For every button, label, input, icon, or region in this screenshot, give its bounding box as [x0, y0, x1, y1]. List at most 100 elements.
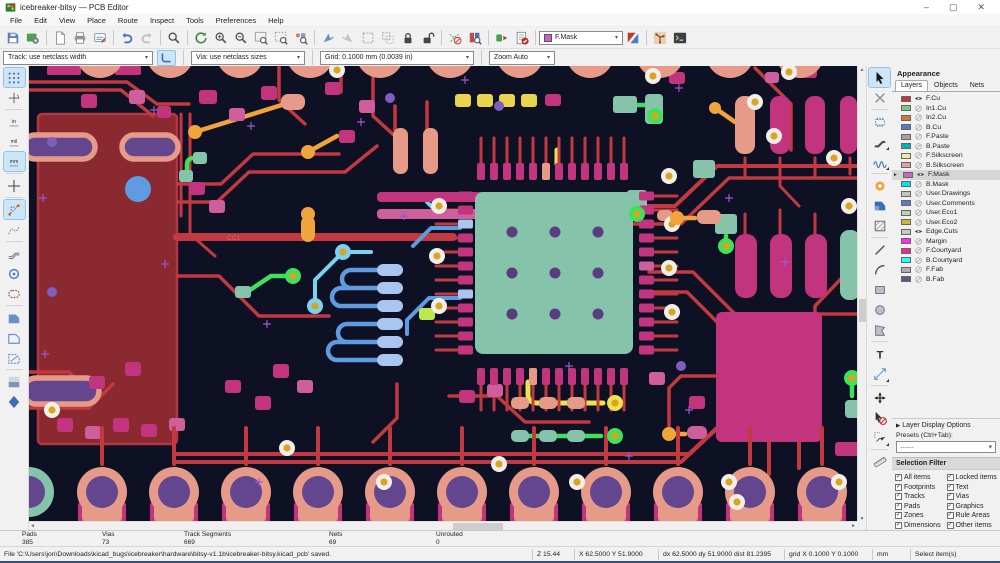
menu-file[interactable]: File	[4, 16, 28, 25]
layer-row-b-silkscreen[interactable]: B.Silkscreen	[892, 161, 1000, 171]
close-button[interactable]: ✕	[977, 2, 985, 12]
layer-color-swatch[interactable]	[901, 209, 911, 216]
run-drc-button[interactable]	[512, 29, 532, 47]
layer-color-swatch[interactable]	[901, 190, 911, 197]
layer-color-swatch[interactable]	[903, 171, 913, 178]
eye-closed-icon[interactable]	[914, 132, 923, 141]
filter-locked-items[interactable]: ✓ Locked items	[946, 473, 999, 483]
eye-open-icon[interactable]	[916, 170, 925, 179]
layer-row-b-paste[interactable]: B.Paste	[892, 142, 1000, 152]
eye-closed-icon[interactable]	[914, 208, 923, 217]
filter-vias[interactable]: ✓ Vias	[946, 492, 999, 502]
draw-circle-tool-button[interactable]	[869, 300, 890, 319]
select-tool-button[interactable]	[868, 67, 891, 88]
filter-pads[interactable]: ✓ Pads	[895, 502, 947, 512]
zoom-in-button[interactable]	[211, 29, 231, 47]
eye-closed-icon[interactable]	[914, 151, 923, 160]
eye-closed-icon[interactable]	[914, 104, 923, 113]
zoom-selection-button[interactable]	[271, 29, 291, 47]
inactive-layer-dim-button[interactable]	[4, 372, 25, 391]
rotate-ccw-button[interactable]	[318, 29, 338, 47]
tab-layers[interactable]: Layers	[895, 80, 929, 91]
checkbox-checked[interactable]: ✓	[946, 512, 954, 520]
layer-row-user-eco2[interactable]: User.Eco2	[892, 218, 1000, 228]
units-mils-button[interactable]: mil	[4, 132, 25, 151]
grid-selector[interactable]: Grid: 0.1000 mm (0.0039 in) ▾	[320, 50, 474, 65]
eye-closed-icon[interactable]	[914, 142, 923, 151]
tune-length-tool-button[interactable]	[869, 152, 890, 171]
eye-open-icon[interactable]	[914, 227, 923, 236]
layer-row-user-comments[interactable]: User.Comments	[892, 199, 1000, 209]
eye-closed-icon[interactable]	[914, 123, 923, 132]
zoom-selector[interactable]: Zoom Auto ▾	[489, 50, 555, 65]
find-button[interactable]	[164, 29, 184, 47]
eye-closed-icon[interactable]	[914, 218, 923, 227]
grid-visibility-button[interactable]	[2, 67, 26, 88]
undo-button[interactable]	[117, 29, 137, 47]
layer-color-swatch[interactable]	[901, 200, 911, 207]
menu-view[interactable]: View	[53, 16, 81, 25]
layer-row-in2-cu[interactable]: In2.Cu	[892, 113, 1000, 123]
eye-closed-icon[interactable]	[914, 113, 923, 122]
active-layer-selector[interactable]: F.Mask ▾	[539, 30, 623, 45]
units-mm-button[interactable]: mm	[2, 151, 26, 172]
checkbox-checked[interactable]: ✓	[946, 474, 954, 482]
redo-button[interactable]	[137, 29, 157, 47]
layer-color-swatch[interactable]	[901, 114, 911, 121]
high-contrast-mode-button[interactable]	[4, 392, 25, 411]
eye-open-icon[interactable]	[914, 94, 923, 103]
layer-row-f-fab[interactable]: F.Fab	[892, 265, 1000, 275]
layer-row-f-courtyard[interactable]: F.Courtyard	[892, 246, 1000, 256]
add-rule-area-tool-button[interactable]	[869, 216, 890, 235]
checkbox-checked[interactable]: ✓	[946, 493, 954, 501]
checkbox-checked[interactable]: ✓	[946, 521, 954, 529]
filter-zones[interactable]: ✓ Zones	[895, 511, 947, 521]
eye-closed-icon[interactable]	[914, 180, 923, 189]
menu-help[interactable]: Help	[262, 16, 289, 25]
zone-fill-mode-button[interactable]	[4, 308, 25, 327]
layer-color-swatch[interactable]	[901, 152, 911, 159]
menu-inspect[interactable]: Inspect	[144, 16, 180, 25]
menu-route[interactable]: Route	[112, 16, 144, 25]
route-tracks-tool-button[interactable]	[869, 132, 890, 151]
filter-graphics[interactable]: ✓ Graphics	[946, 502, 999, 512]
layer-color-swatch[interactable]	[901, 276, 911, 283]
save-button[interactable]	[3, 29, 23, 47]
layer-color-swatch[interactable]	[901, 133, 911, 140]
eye-closed-icon[interactable]	[914, 237, 923, 246]
eye-closed-icon[interactable]	[914, 246, 923, 255]
page-settings-button[interactable]	[50, 29, 70, 47]
presets-selector[interactable]: ------ ▾	[896, 441, 996, 453]
checkbox-checked[interactable]: ✓	[895, 502, 902, 510]
layer-row-b-courtyard[interactable]: B.Courtyard	[892, 256, 1000, 266]
layer-color-swatch[interactable]	[901, 247, 911, 254]
layer-row-user-eco1[interactable]: User.Eco1	[892, 208, 1000, 218]
horizontal-scrollbar[interactable]: ◄ ►	[29, 521, 857, 530]
layer-row-f-cu[interactable]: F.Cu	[892, 94, 1000, 104]
checkbox-checked[interactable]: ✓	[895, 512, 902, 520]
layer-color-swatch[interactable]	[901, 95, 911, 102]
track-posture-button[interactable]	[157, 49, 176, 66]
footprint-viewer-button[interactable]	[465, 29, 485, 47]
lock-button[interactable]	[398, 29, 418, 47]
layer-row-f-mask[interactable]: ▸ F.Mask	[892, 170, 1000, 180]
hscroll-thumb[interactable]	[453, 523, 503, 530]
rotate-cw-button[interactable]	[338, 29, 358, 47]
layer-color-swatch[interactable]	[901, 257, 911, 264]
minimize-button[interactable]: –	[924, 2, 929, 12]
drill-origin-tool-button[interactable]	[869, 428, 890, 447]
pcb-board-view[interactable]: CC1	[29, 66, 857, 523]
checkbox-checked[interactable]: ✓	[895, 474, 902, 482]
menu-edit[interactable]: Edit	[28, 16, 53, 25]
layer-row-margin[interactable]: Margin	[892, 237, 1000, 247]
filter-footprints[interactable]: ✓ Footprints	[895, 483, 947, 493]
zoom-fit-button[interactable]	[251, 29, 271, 47]
track-outline-mode-button[interactable]	[4, 244, 25, 263]
zone-outline-mode-button[interactable]	[4, 348, 25, 367]
checkbox-checked[interactable]: ✓	[895, 483, 902, 491]
filter-dimensions[interactable]: ✓ Dimensions	[895, 521, 947, 531]
layer-color-swatch[interactable]	[901, 143, 911, 150]
pcb-canvas[interactable]: CC1 ▲ ▼ ◄ ►	[29, 66, 866, 530]
layer-color-swatch[interactable]	[901, 105, 911, 112]
tab-nets[interactable]: Nets	[964, 80, 990, 91]
